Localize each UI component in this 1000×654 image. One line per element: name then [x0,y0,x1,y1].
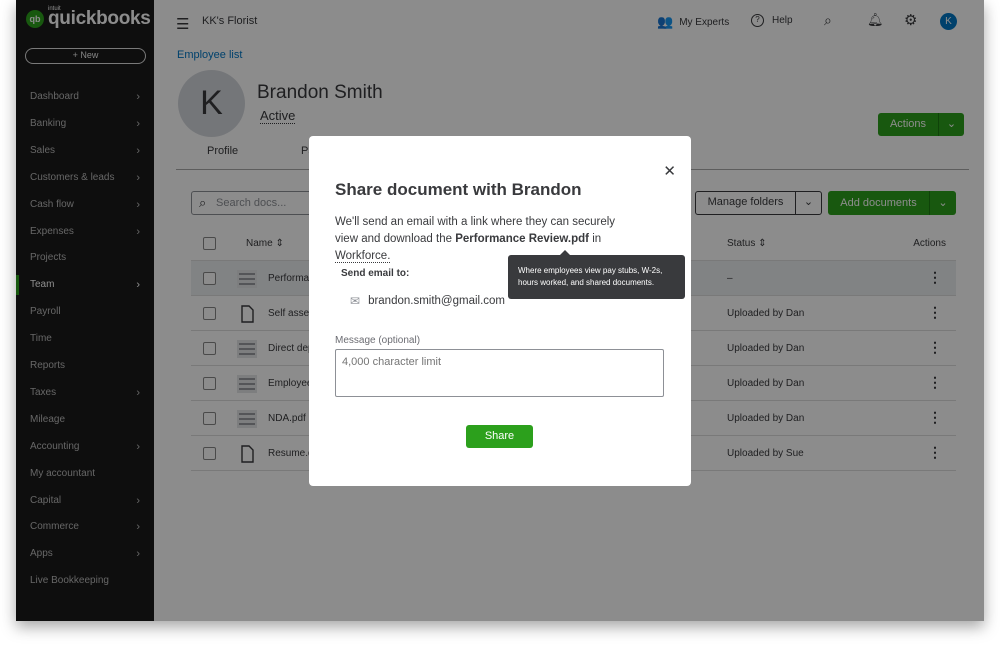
send-email-label: Send email to: [341,268,410,279]
file-name: Performance Review.pdf [455,233,589,245]
message-textarea[interactable] [335,349,664,397]
share-document-modal: ✕ Share document with Brandon We'll send… [309,136,691,486]
workforce-link[interactable]: Workforce. [335,250,391,263]
close-icon[interactable]: ✕ [663,162,676,180]
modal-title: Share document with Brandon [335,180,582,199]
description-in: in [589,233,602,245]
email-text: brandon.smith@gmail.com [368,295,506,307]
tooltip-arrow [560,250,570,255]
message-label: Message (optional) [335,335,421,346]
recipient-email: ✉ brandon.smith@gmail.com [350,294,505,308]
share-button[interactable]: Share [466,425,533,448]
workforce-tooltip: Where employees view pay stubs, W-2s, ho… [508,250,685,299]
envelope-icon: ✉ [350,294,361,308]
tooltip-text: Where employees view pay stubs, W-2s, ho… [518,266,663,287]
